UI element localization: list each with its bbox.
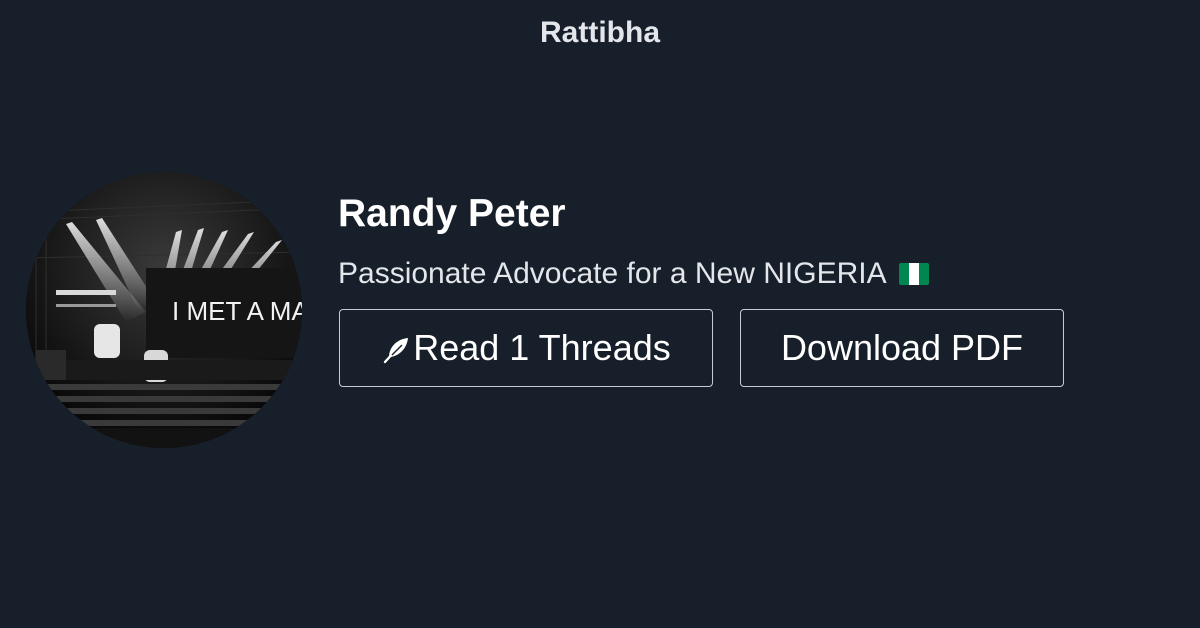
profile-bio-text: Passionate Advocate for a New NIGERIA <box>338 257 887 290</box>
download-pdf-label: Download PDF <box>780 327 1024 368</box>
profile-bio: Passionate Advocate for a New NIGERIA <box>338 254 929 294</box>
avatar-banner-text: I MET A MA <box>172 296 302 326</box>
nigeria-flag-icon <box>898 263 929 285</box>
avatar: I MET A MA <box>26 172 302 448</box>
download-pdf-button[interactable]: Download PDF <box>740 309 1064 387</box>
brand-title: Rattibha <box>540 16 660 49</box>
profile-name: Randy Peter <box>338 192 566 235</box>
read-threads-label: Read 1 Threads <box>413 327 671 368</box>
read-threads-button[interactable]: Read 1 Threads <box>339 309 713 387</box>
avatar-image: I MET A MA <box>26 172 302 448</box>
feather-icon <box>384 338 409 364</box>
